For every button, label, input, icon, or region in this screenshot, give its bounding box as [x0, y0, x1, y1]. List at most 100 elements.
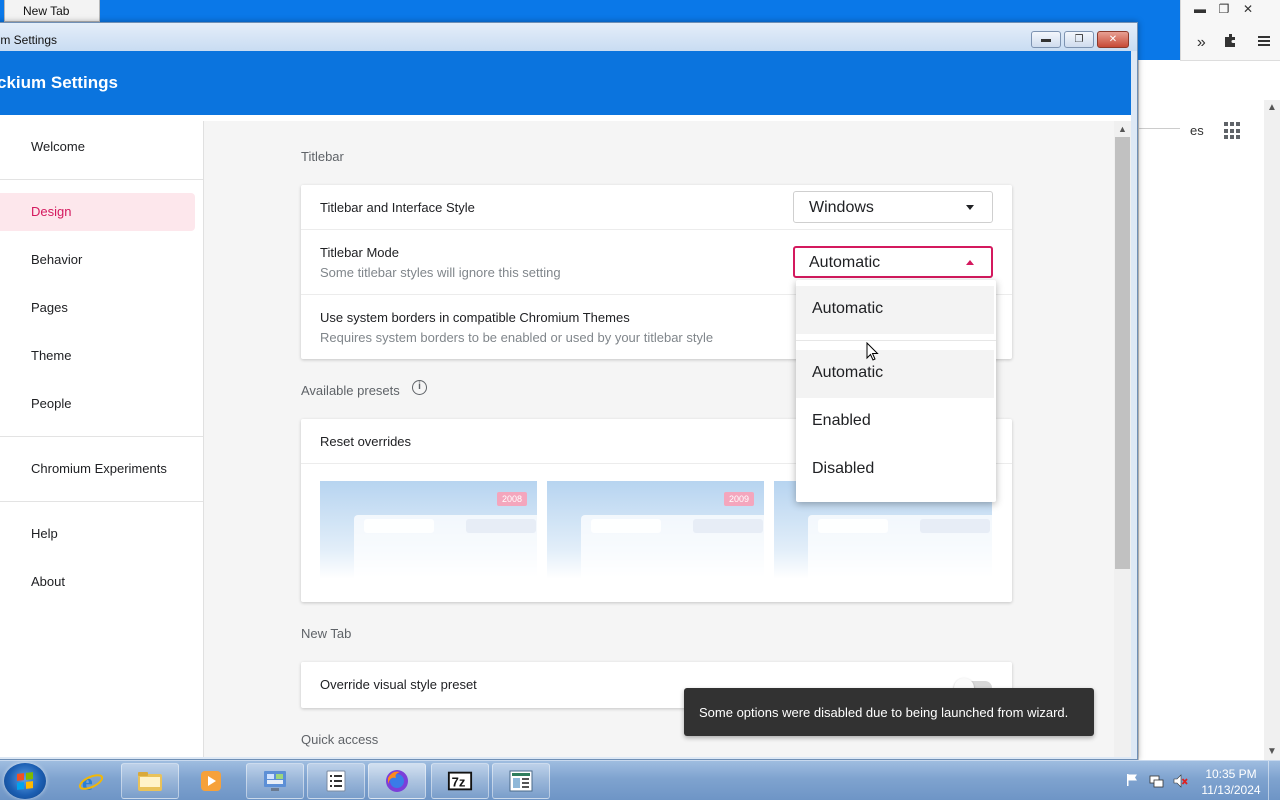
section-title-titlebar: Titlebar [301, 149, 344, 164]
preset-thumbnail[interactable]: 2009 [547, 481, 764, 579]
minimize-button[interactable]: ▬ [1031, 31, 1061, 48]
select-value: Automatic [809, 254, 881, 271]
network-icon[interactable] [1148, 773, 1164, 789]
settings-scrollbar[interactable]: ▲ [1114, 121, 1131, 757]
control-panel-icon [262, 768, 288, 794]
titlebar-mode-dropdown: Automatic Automatic Enabled Disabled [796, 280, 996, 502]
app-header: ckium Settings [0, 51, 1131, 115]
sidebar-item-label: Pages [31, 300, 68, 315]
preset-browser-mock [581, 515, 764, 579]
row-title: Titlebar and Interface Style [320, 200, 475, 215]
taskbar-internet-explorer[interactable]: e [62, 763, 120, 799]
sidebar-divider [0, 179, 203, 180]
background-tab-new-tab[interactable]: New Tab [4, 0, 100, 22]
taskbar-notes[interactable] [307, 763, 365, 799]
media-player-icon [198, 768, 224, 794]
row-subtitle: Requires system borders to be enabled or… [320, 330, 714, 345]
taskbar-file-explorer[interactable] [121, 763, 179, 799]
sidebar-item-pages[interactable]: Pages [0, 289, 195, 327]
option-label: Automatic [812, 300, 884, 317]
titlebar-style-row: Titlebar and Interface Style Windows [301, 185, 1012, 230]
preset-browser-mock [808, 515, 992, 579]
sidebar-item-label: Help [31, 526, 58, 541]
start-button[interactable] [4, 763, 46, 799]
internet-explorer-icon: e [78, 768, 104, 794]
sidebar-item-label: Design [31, 204, 72, 219]
row-title: Override visual style preset [320, 677, 477, 692]
scroll-down-icon[interactable]: ▼ [1264, 744, 1280, 760]
titlebar-mode-select[interactable]: Automatic [793, 246, 993, 278]
select-value: Windows [809, 199, 874, 216]
extensions-puzzle-icon[interactable] [1223, 33, 1239, 54]
sidebar-item-welcome[interactable]: Welcome [0, 128, 195, 166]
overflow-chevron-icon[interactable]: » [1197, 34, 1206, 52]
toast-message: Some options were disabled due to being … [699, 705, 1069, 720]
close-icon: ✕ [1108, 34, 1118, 45]
restore-icon[interactable]: ❐ [1212, 0, 1236, 18]
sidebar-item-about[interactable]: About [0, 563, 195, 601]
preset-badge: 2008 [497, 492, 527, 506]
sidebar-item-design[interactable]: Design [0, 193, 195, 231]
show-desktop-button[interactable] [1268, 761, 1280, 800]
sidebar-item-label: Welcome [31, 139, 85, 154]
preset-browser-mock [354, 515, 537, 579]
row-title: Use system borders in compatible Chromiu… [320, 310, 630, 325]
clock-time[interactable]: 10:35 PM [1196, 767, 1266, 781]
dropdown-option-enabled[interactable]: Enabled [796, 398, 994, 446]
snackbar-toast: Some options were disabled due to being … [684, 688, 1094, 736]
background-divider [1138, 128, 1180, 129]
taskbar-media-player[interactable] [182, 763, 240, 799]
titlebar-style-select[interactable]: Windows [793, 191, 993, 223]
apps-grid-icon[interactable] [1224, 122, 1242, 140]
taskbar-firefox[interactable] [368, 763, 426, 799]
background-toolbar: » [1188, 28, 1280, 58]
svg-text:7z: 7z [452, 775, 466, 790]
background-page-gap [1138, 60, 1180, 760]
window-controls: ▬ ❐ ✕ [1031, 31, 1129, 48]
sidebar-item-behavior[interactable]: Behavior [0, 241, 195, 279]
preset-badge: 2009 [724, 492, 754, 506]
action-center-flag-icon[interactable] [1124, 773, 1140, 789]
taskbar-control-panel[interactable] [246, 763, 304, 799]
firefox-icon [384, 768, 410, 794]
dropdown-option-automatic-current[interactable]: Automatic [796, 286, 994, 334]
sidebar-item-label: People [31, 396, 72, 411]
option-label: Automatic [812, 364, 884, 381]
7zip-icon: 7z [447, 768, 473, 794]
menu-icon[interactable] [1257, 34, 1271, 53]
taskbar-document[interactable] [492, 763, 550, 799]
sidebar-divider [0, 501, 203, 502]
sidebar-item-label: About [31, 574, 65, 589]
window-title: ium Settings [0, 33, 58, 47]
scroll-up-icon[interactable]: ▲ [1264, 100, 1280, 116]
close-button[interactable]: ✕ [1097, 31, 1129, 48]
preset-thumbnail[interactable]: 2008 [320, 481, 537, 579]
window-titlebar[interactable]: ium Settings ▬ ❐ ✕ [0, 23, 1137, 51]
volume-muted-icon[interactable] [1172, 773, 1188, 789]
maximize-button[interactable]: ❐ [1064, 31, 1094, 48]
document-icon [508, 768, 534, 794]
background-tab-title: New Tab [23, 4, 70, 18]
sidebar-item-help[interactable]: Help [0, 515, 195, 553]
sidebar-item-people[interactable]: People [0, 385, 195, 423]
dropdown-option-disabled[interactable]: Disabled [796, 446, 994, 494]
row-title: Titlebar Mode [320, 245, 399, 260]
taskbar-7zip[interactable]: 7z [431, 763, 489, 799]
app-title: ckium Settings [0, 73, 118, 92]
mouse-cursor-icon [866, 341, 880, 362]
sidebar-item-theme[interactable]: Theme [0, 337, 195, 375]
clock-date[interactable]: 11/13/2024 [1196, 783, 1266, 797]
scroll-up-icon[interactable]: ▲ [1114, 121, 1131, 137]
windows-logo-icon [17, 772, 33, 790]
info-icon[interactable]: i [412, 380, 427, 395]
close-icon[interactable]: ✕ [1236, 0, 1260, 18]
background-partial-text: es [1190, 123, 1204, 138]
dropdown-option-automatic[interactable]: Automatic [796, 350, 994, 398]
scrollbar-thumb[interactable] [1115, 137, 1130, 569]
row-subtitle: Some titlebar styles will ignore this se… [320, 265, 561, 280]
background-scrollbar[interactable]: ▲ ▼ [1264, 100, 1280, 760]
minimize-icon: ▬ [1041, 34, 1051, 45]
row-title: Reset overrides [320, 434, 412, 449]
minimize-icon[interactable]: ▬ [1188, 0, 1212, 18]
sidebar-item-chromium-experiments[interactable]: Chromium Experiments [0, 450, 195, 488]
